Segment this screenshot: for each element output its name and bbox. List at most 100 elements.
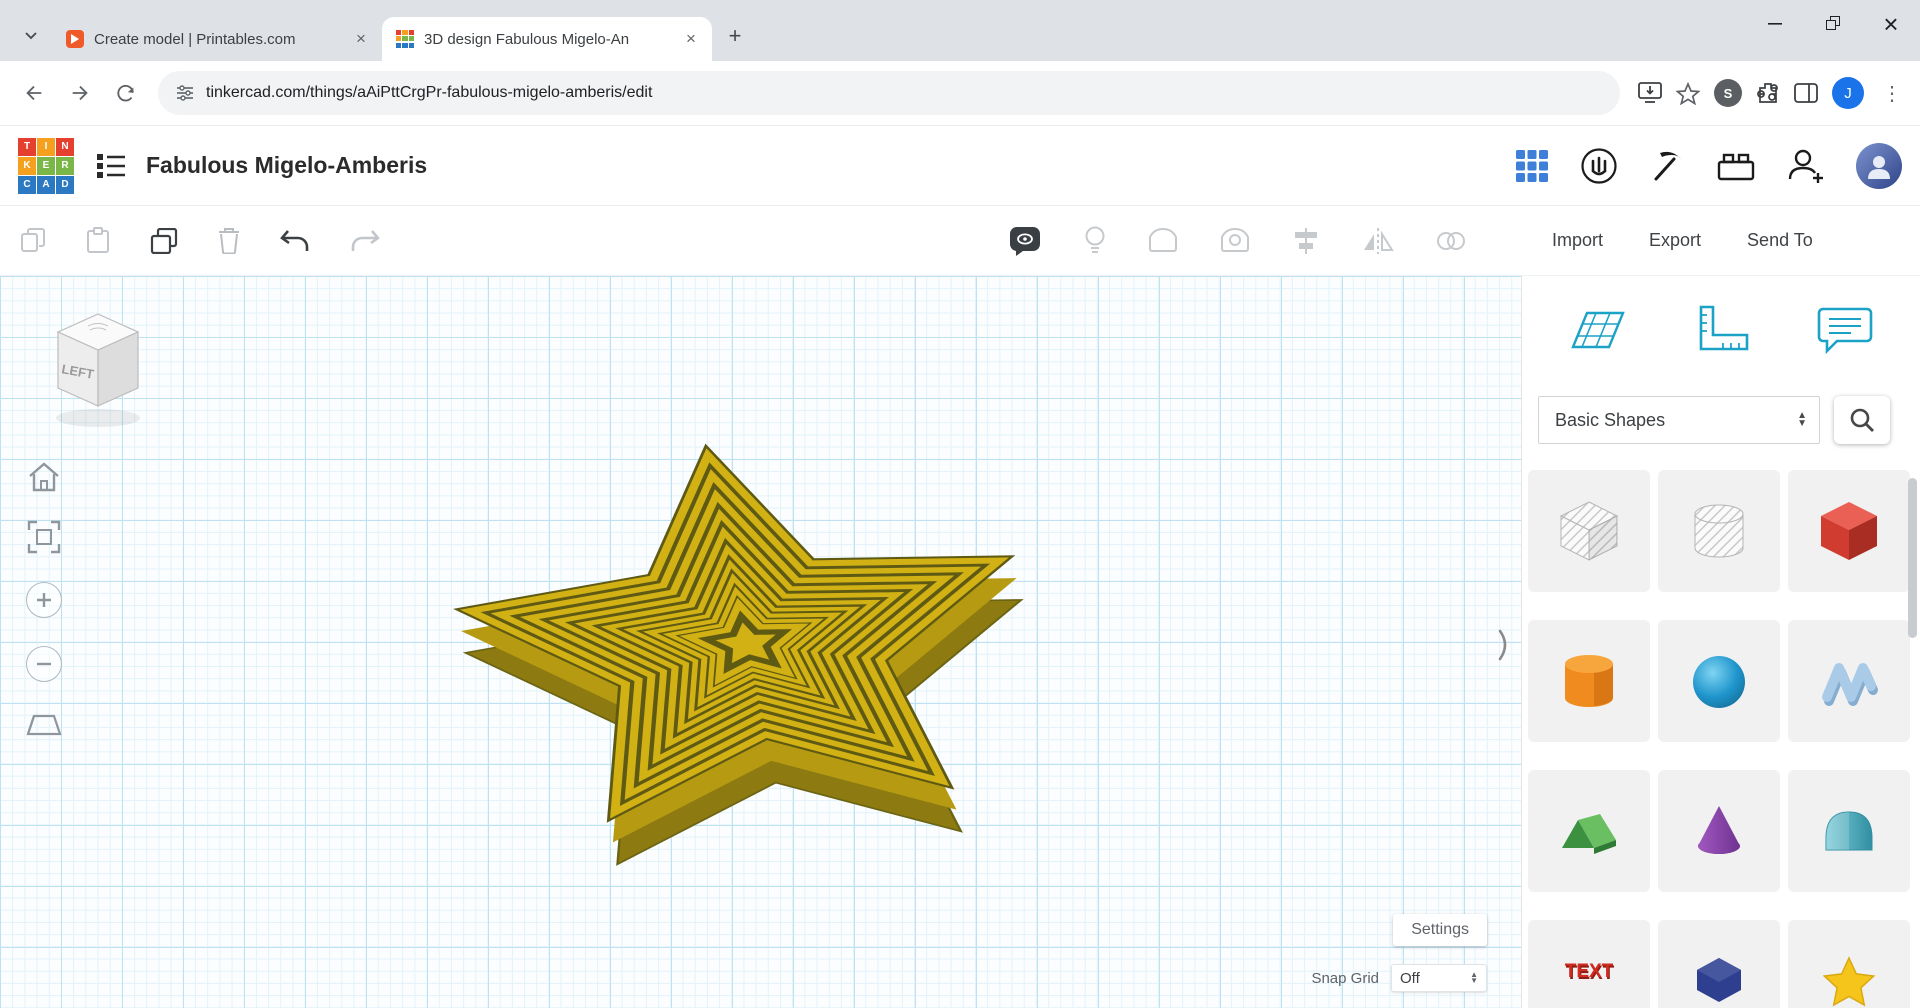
account-avatar[interactable] xyxy=(1856,143,1902,189)
snap-grid-value: Off xyxy=(1400,970,1420,987)
lego-brick-icon[interactable] xyxy=(1716,149,1756,183)
panel-scrollbar[interactable] xyxy=(1908,478,1917,638)
shape-tile-box-hole[interactable] xyxy=(1528,470,1650,592)
minecraft-pickaxe-icon[interactable] xyxy=(1648,147,1686,185)
zoom-in-button[interactable] xyxy=(26,582,62,618)
shape-tile-text[interactable]: TEXT TEXT xyxy=(1528,920,1650,1008)
tab-close-icon[interactable]: × xyxy=(350,28,372,50)
show-notes-icon[interactable] xyxy=(1008,225,1042,257)
redo-icon[interactable] xyxy=(350,229,380,253)
hole-shape-icon[interactable] xyxy=(1220,227,1250,255)
undo-icon[interactable] xyxy=(280,229,310,253)
shape-tile-scribble[interactable] xyxy=(1788,620,1910,742)
star-model[interactable] xyxy=(0,276,1521,1008)
shape-tile-roof[interactable] xyxy=(1528,770,1650,892)
round-roof-icon xyxy=(1814,796,1884,866)
home-view-icon[interactable] xyxy=(27,462,61,492)
site-info-icon[interactable] xyxy=(176,85,194,101)
export-button[interactable]: Export xyxy=(1649,230,1701,251)
tinkercad-logo[interactable]: T I N K E R C A D xyxy=(18,138,74,194)
perspective-toggle-icon[interactable] xyxy=(26,710,62,740)
reload-button[interactable] xyxy=(106,73,146,113)
restore-button[interactable] xyxy=(1804,0,1862,48)
omnibox[interactable]: tinkercad.com/things/aAiPttCrgPr-fabulou… xyxy=(158,71,1620,115)
3d-canvas[interactable]: LEFT Settings Snap Grid Off ▲▼ xyxy=(0,276,1521,1008)
logo-tile: E xyxy=(37,157,55,175)
chevron-down-icon xyxy=(25,32,37,40)
shape-tile-polygon[interactable] xyxy=(1658,920,1780,1008)
plus-icon xyxy=(36,592,52,608)
panel-tool-icons xyxy=(1522,276,1920,358)
new-tab-button[interactable]: + xyxy=(718,19,752,53)
solid-shape-icon[interactable] xyxy=(1148,227,1178,255)
browser-tab-strip: Create model | Printables.com × 3D desig… xyxy=(0,0,1920,61)
3d-design-grid-icon[interactable] xyxy=(1514,148,1550,184)
url-text[interactable]: tinkercad.com/things/aAiPttCrgPr-fabulou… xyxy=(206,84,652,102)
add-user-icon[interactable] xyxy=(1786,147,1826,185)
extensions-puzzle-icon[interactable] xyxy=(1756,81,1780,105)
panel-collapse-handle[interactable] xyxy=(1497,628,1513,667)
workplane-tool[interactable] xyxy=(1566,302,1628,358)
import-button[interactable]: Import xyxy=(1552,230,1603,251)
shape-tile-cylinder[interactable] xyxy=(1528,620,1650,742)
shape-tile-box[interactable] xyxy=(1788,470,1910,592)
fit-view-icon[interactable] xyxy=(27,520,61,554)
shape-grid: TEXT TEXT xyxy=(1528,470,1920,1008)
forward-button[interactable] xyxy=(60,73,100,113)
extension-s-badge[interactable]: S xyxy=(1714,79,1742,107)
shape-tile-sphere[interactable] xyxy=(1658,620,1780,742)
settings-button[interactable]: Settings xyxy=(1393,914,1487,946)
shapes-panel: Basic Shapes ▲▼ xyxy=(1521,276,1920,1008)
shape-search-button[interactable] xyxy=(1834,396,1890,444)
tinkercad-favicon xyxy=(396,30,414,48)
snap-grid-select[interactable]: Off ▲▼ xyxy=(1391,964,1487,992)
tab-title: Create model | Printables.com xyxy=(94,31,340,48)
bookmark-star-icon[interactable] xyxy=(1676,82,1700,105)
logo-tile: T xyxy=(18,138,36,156)
search-icon xyxy=(1849,407,1875,433)
install-icon[interactable] xyxy=(1638,82,1662,104)
logo-tile: C xyxy=(18,176,36,194)
cylinder-icon xyxy=(1554,646,1624,716)
back-button[interactable] xyxy=(14,73,54,113)
zoom-out-button[interactable] xyxy=(26,646,62,682)
shape-tile-cylinder-hole[interactable] xyxy=(1658,470,1780,592)
tab-search-button[interactable] xyxy=(14,19,48,53)
minimize-button[interactable] xyxy=(1746,0,1804,48)
browser-menu-icon[interactable]: ⋮ xyxy=(1878,81,1906,106)
logo-tile: D xyxy=(56,176,74,194)
ruler-tool[interactable] xyxy=(1690,302,1752,358)
copy-icon[interactable] xyxy=(20,228,46,254)
shape-tile-round-roof[interactable] xyxy=(1788,770,1910,892)
paste-icon[interactable] xyxy=(86,227,110,254)
view-cube[interactable]: LEFT xyxy=(40,302,160,432)
logo-tile: I xyxy=(37,138,55,156)
tab-printables[interactable]: Create model | Printables.com × xyxy=(52,17,382,61)
edit-toolbar: Import Export Send To xyxy=(0,206,1920,276)
sphere-icon xyxy=(1684,646,1754,716)
delete-trash-icon[interactable] xyxy=(218,227,240,254)
shape-tile-star[interactable] xyxy=(1788,920,1910,1008)
window-controls: × xyxy=(1746,0,1920,48)
align-icon[interactable] xyxy=(1292,227,1320,255)
send-to-button[interactable]: Send To xyxy=(1747,230,1813,251)
notes-tool[interactable] xyxy=(1814,302,1876,358)
design-title[interactable]: Fabulous Migelo-Amberis xyxy=(146,152,427,179)
duplicate-icon[interactable] xyxy=(150,228,178,254)
lightbulb-icon[interactable] xyxy=(1084,226,1106,256)
close-button[interactable]: × xyxy=(1862,0,1920,48)
design-menu-icon[interactable] xyxy=(96,153,126,179)
shape-tile-cone[interactable] xyxy=(1658,770,1780,892)
browser-profile-avatar[interactable]: J xyxy=(1832,77,1864,109)
back-arrow-icon xyxy=(23,82,45,104)
shape-category-select[interactable]: Basic Shapes ▲▼ xyxy=(1538,396,1820,444)
text-shape-icon: TEXT TEXT xyxy=(1554,946,1624,1008)
tab-tinkercad-active[interactable]: 3D design Fabulous Migelo-An × xyxy=(382,17,712,61)
side-panel-icon[interactable] xyxy=(1794,83,1818,103)
scribble-icon xyxy=(1814,646,1884,716)
snap-grid-label: Snap Grid xyxy=(1311,970,1379,987)
mirror-icon[interactable] xyxy=(1362,228,1394,254)
tab-close-icon[interactable]: × xyxy=(680,28,702,50)
group-icon[interactable] xyxy=(1436,227,1466,255)
prosthetics-hand-icon[interactable] xyxy=(1580,147,1618,185)
